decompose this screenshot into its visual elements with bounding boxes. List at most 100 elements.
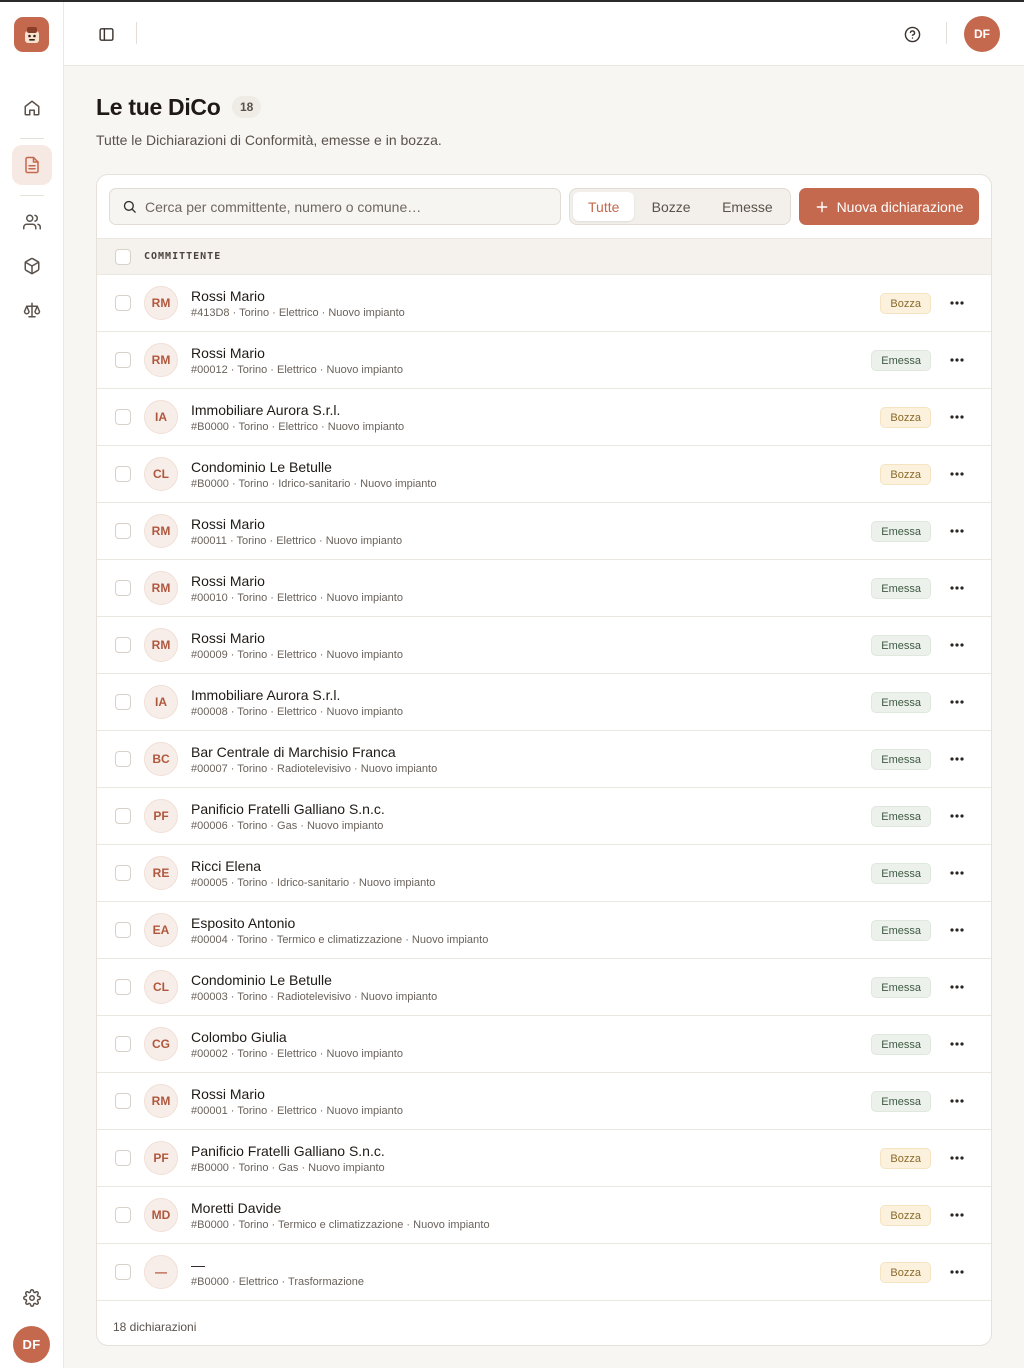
- table-row[interactable]: CL Condominio Le Betulle #B0000 · Torino ·…: [97, 446, 991, 503]
- client-name[interactable]: Colombo Giulia: [191, 1029, 287, 1045]
- table-row[interactable]: BC Bar Centrale di Marchisio Franca #00007…: [97, 731, 991, 788]
- sidebar-item-clienti[interactable]: [12, 202, 52, 242]
- row-checkbox[interactable]: [115, 865, 131, 881]
- table-row[interactable]: PF Panificio Fratelli Galliano S.n.c. #B00…: [97, 1130, 991, 1187]
- row-actions-button[interactable]: [947, 350, 967, 370]
- row-checkbox[interactable]: [115, 409, 131, 425]
- search-input[interactable]: [145, 198, 545, 215]
- sidebar-item-dichiarazioni[interactable]: [12, 145, 52, 185]
- client-name[interactable]: Panificio Fratelli Galliano S.n.c.: [191, 801, 385, 817]
- new-declaration-label: Nuova dichiarazione: [836, 198, 964, 215]
- client-name[interactable]: Bar Centrale di Marchisio Franca: [191, 744, 396, 760]
- help-button[interactable]: [902, 24, 922, 44]
- sidebar-item-materiali[interactable]: [12, 246, 52, 286]
- table-row[interactable]: CG Colombo Giulia #00002 · Torino · Elettr…: [97, 1016, 991, 1073]
- row-actions-button[interactable]: [947, 1034, 967, 1054]
- table-row[interactable]: PF Panificio Fratelli Galliano S.n.c. #000…: [97, 788, 991, 845]
- top-bar: DF: [64, 2, 1024, 66]
- new-declaration-button[interactable]: Nuova dichiarazione: [799, 188, 979, 225]
- client-name[interactable]: Condominio Le Betulle: [191, 972, 332, 988]
- client-name[interactable]: Rossi Mario: [191, 516, 265, 532]
- row-checkbox[interactable]: [115, 1264, 131, 1280]
- client-name[interactable]: Moretti Davide: [191, 1200, 281, 1216]
- more-horizontal-icon: [950, 700, 964, 704]
- row-actions-button[interactable]: [947, 749, 967, 769]
- client-name[interactable]: Ricci Elena: [191, 858, 261, 874]
- row-actions-button[interactable]: [947, 1262, 967, 1282]
- row-actions-button[interactable]: [947, 464, 967, 484]
- row-checkbox[interactable]: [115, 1093, 131, 1109]
- client-name[interactable]: Rossi Mario: [191, 1086, 265, 1102]
- user-avatar[interactable]: DF: [964, 16, 1000, 52]
- row-actions-button[interactable]: [947, 407, 967, 427]
- table-row[interactable]: RM Rossi Mario #00011 · Torino · Elettrico…: [97, 503, 991, 560]
- row-actions-button[interactable]: [947, 692, 967, 712]
- row-actions-button[interactable]: [947, 521, 967, 541]
- table-row[interactable]: RM Rossi Mario #00001 · Torino · Elettrico…: [97, 1073, 991, 1130]
- row-checkbox[interactable]: [115, 694, 131, 710]
- table-row[interactable]: RM Rossi Mario #00010 · Torino · Elettrico…: [97, 560, 991, 617]
- client-name[interactable]: Condominio Le Betulle: [191, 459, 332, 475]
- search-box[interactable]: [109, 188, 561, 225]
- sidebar-item-normative[interactable]: [12, 290, 52, 330]
- declaration-meta: #B0000 · Torino · Idrico-sanitario · Nuo…: [191, 478, 437, 490]
- table-row[interactable]: MD Moretti Davide #B0000 · Torino · Termic…: [97, 1187, 991, 1244]
- table-row[interactable]: RM Rossi Mario #00009 · Torino · Elettrico…: [97, 617, 991, 674]
- row-checkbox[interactable]: [115, 1150, 131, 1166]
- sidebar-item-home[interactable]: [12, 88, 52, 128]
- client-name[interactable]: Rossi Mario: [191, 630, 265, 646]
- row-checkbox[interactable]: [115, 1207, 131, 1223]
- table-row[interactable]: IA Immobiliare Aurora S.r.l. #B0000 · Tori…: [97, 389, 991, 446]
- client-name[interactable]: Rossi Mario: [191, 345, 265, 361]
- row-checkbox[interactable]: [115, 1036, 131, 1052]
- filter-bozze[interactable]: Bozze: [634, 192, 707, 221]
- client-name[interactable]: —: [191, 1257, 205, 1273]
- table-row[interactable]: RE Ricci Elena #00005 · Torino · Idrico-sa…: [97, 845, 991, 902]
- client-name[interactable]: Rossi Mario: [191, 288, 265, 304]
- row-actions-button[interactable]: [947, 977, 967, 997]
- status-badge: Emessa: [871, 635, 931, 656]
- row-checkbox[interactable]: [115, 580, 131, 596]
- select-all-checkbox[interactable]: [115, 249, 131, 265]
- sidebar-item-settings[interactable]: [12, 1278, 52, 1318]
- row-checkbox[interactable]: [115, 922, 131, 938]
- table-row[interactable]: EA Esposito Antonio #00004 · Torino · Term…: [97, 902, 991, 959]
- client-name[interactable]: Immobiliare Aurora S.r.l.: [191, 687, 340, 703]
- row-actions-button[interactable]: [947, 578, 967, 598]
- status-badge: Bozza: [880, 1262, 931, 1283]
- status-badge: Emessa: [871, 1091, 931, 1112]
- filter-emesse[interactable]: Emesse: [708, 192, 787, 221]
- row-actions-button[interactable]: [947, 635, 967, 655]
- table-row[interactable]: IA Immobiliare Aurora S.r.l. #00008 · Tori…: [97, 674, 991, 731]
- package-icon: [24, 257, 40, 275]
- filter-tutte[interactable]: Tutte: [573, 192, 635, 221]
- client-name[interactable]: Rossi Mario: [191, 573, 265, 589]
- row-checkbox[interactable]: [115, 295, 131, 311]
- row-actions-button[interactable]: [947, 1091, 967, 1111]
- client-name[interactable]: Panificio Fratelli Galliano S.n.c.: [191, 1143, 385, 1159]
- row-checkbox[interactable]: [115, 466, 131, 482]
- row-checkbox[interactable]: [115, 637, 131, 653]
- row-actions-button[interactable]: [947, 1205, 967, 1225]
- row-checkbox[interactable]: [115, 523, 131, 539]
- table-row[interactable]: — — #B0000 · Elettrico · Trasformazione Boz…: [97, 1244, 991, 1301]
- client-name[interactable]: Esposito Antonio: [191, 915, 295, 931]
- column-header-committente[interactable]: COMMITTENTE: [144, 251, 221, 262]
- sidebar-toggle-button[interactable]: [96, 24, 116, 44]
- table-row[interactable]: RM Rossi Mario #413D8 · Torino · Elettrico…: [97, 275, 991, 332]
- app-logo[interactable]: [14, 17, 49, 52]
- row-actions-button[interactable]: [947, 1148, 967, 1168]
- sidebar-user-avatar[interactable]: DF: [13, 1326, 50, 1363]
- declaration-meta: #413D8 · Torino · Elettrico · Nuovo impi…: [191, 307, 405, 319]
- row-checkbox[interactable]: [115, 808, 131, 824]
- row-checkbox[interactable]: [115, 352, 131, 368]
- row-actions-button[interactable]: [947, 863, 967, 883]
- row-actions-button[interactable]: [947, 920, 967, 940]
- table-row[interactable]: CL Condominio Le Betulle #00003 · Torino ·…: [97, 959, 991, 1016]
- client-name[interactable]: Immobiliare Aurora S.r.l.: [191, 402, 340, 418]
- table-row[interactable]: RM Rossi Mario #00012 · Torino · Elettrico…: [97, 332, 991, 389]
- row-actions-button[interactable]: [947, 806, 967, 826]
- row-checkbox[interactable]: [115, 979, 131, 995]
- row-checkbox[interactable]: [115, 751, 131, 767]
- row-actions-button[interactable]: [947, 293, 967, 313]
